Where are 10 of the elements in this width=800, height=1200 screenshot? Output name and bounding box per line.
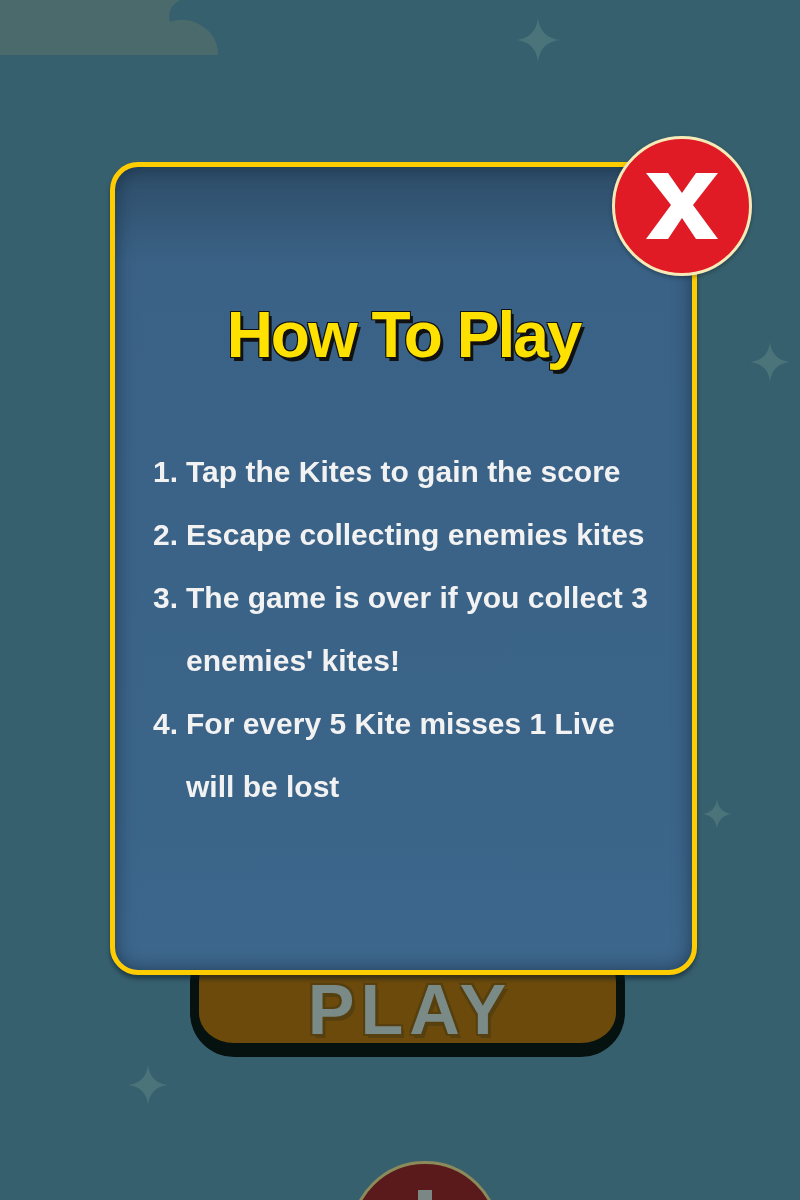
instruction-text: The game is over if you collect 3 enemies' kites!: [186, 580, 649, 679]
list-number: 3.: [153, 580, 180, 616]
list-number: 4.: [153, 706, 180, 742]
instruction-text: Tap the Kites to gain the score: [186, 454, 622, 490]
instruction-text: Escape collecting enemies kites: [186, 517, 646, 553]
list-number: 1.: [153, 454, 180, 490]
dialog-title: How To Play: [226, 298, 581, 373]
instruction-text: For every 5 Kite misses 1 Live will be lost: [186, 706, 616, 805]
close-icon: [646, 173, 718, 239]
list-number: 2.: [153, 517, 180, 553]
